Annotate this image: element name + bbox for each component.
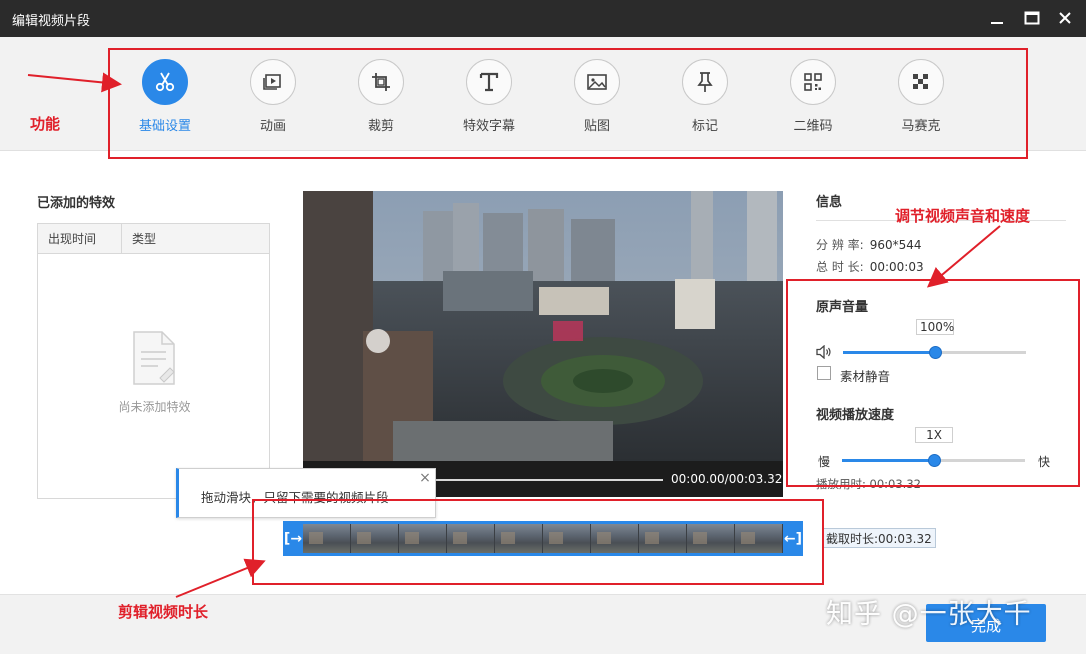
resolution-value: 960*544 [869, 238, 922, 252]
playback-progress-bar[interactable] [433, 479, 663, 481]
maximize-icon [1024, 11, 1040, 25]
column-type[interactable]: 类型 [122, 224, 156, 253]
watermark: 知乎 @一张大千 [826, 599, 1032, 630]
effects-title: 已添加的特效 [37, 196, 116, 211]
minimize-button[interactable] [984, 6, 1010, 30]
close-button[interactable] [1052, 6, 1078, 30]
duration-value: 00:00:03 [869, 260, 924, 274]
column-appear-time[interactable]: 出现时间 [38, 224, 122, 253]
empty-effects-text: 尚未添加特效 [118, 400, 191, 414]
empty-document-icon [133, 331, 175, 385]
resolution-label: 分 辨 率: [816, 238, 864, 252]
annotation-label-function: 功能 [30, 115, 61, 133]
window-title: 编辑视频片段 [12, 14, 91, 29]
annotation-box-trim [252, 499, 824, 585]
duration-label: 总 时 长: [816, 260, 864, 274]
resolution-row: 分 辨 率: 960*544 [816, 236, 922, 253]
minimize-icon [991, 22, 1003, 24]
effects-table-header: 出现时间 类型 [38, 224, 269, 254]
tooltip-close-icon[interactable]: × [417, 470, 433, 486]
duration-row: 总 时 长: 00:00:03 [816, 258, 924, 275]
video-preview[interactable] [303, 191, 783, 461]
maximize-button[interactable] [1019, 6, 1045, 30]
annotation-box-function [108, 48, 1028, 159]
title-bar: 编辑视频片段 [0, 0, 1086, 37]
clip-length-label: 截取时长:00:03.32 [822, 528, 936, 548]
annotation-label-audio-speed: 调节视频声音和速度 [895, 207, 1031, 225]
annotation-label-trim: 剪辑视频时长 [118, 603, 209, 621]
video-frame-image [303, 191, 783, 461]
playback-time: 00:00.00/00:03.32 [671, 472, 783, 486]
info-title: 信息 [816, 195, 843, 210]
close-icon [1059, 12, 1071, 24]
effects-table[interactable]: 出现时间 类型 尚未添加特效 [37, 223, 270, 499]
annotation-box-audio-speed [786, 279, 1080, 487]
